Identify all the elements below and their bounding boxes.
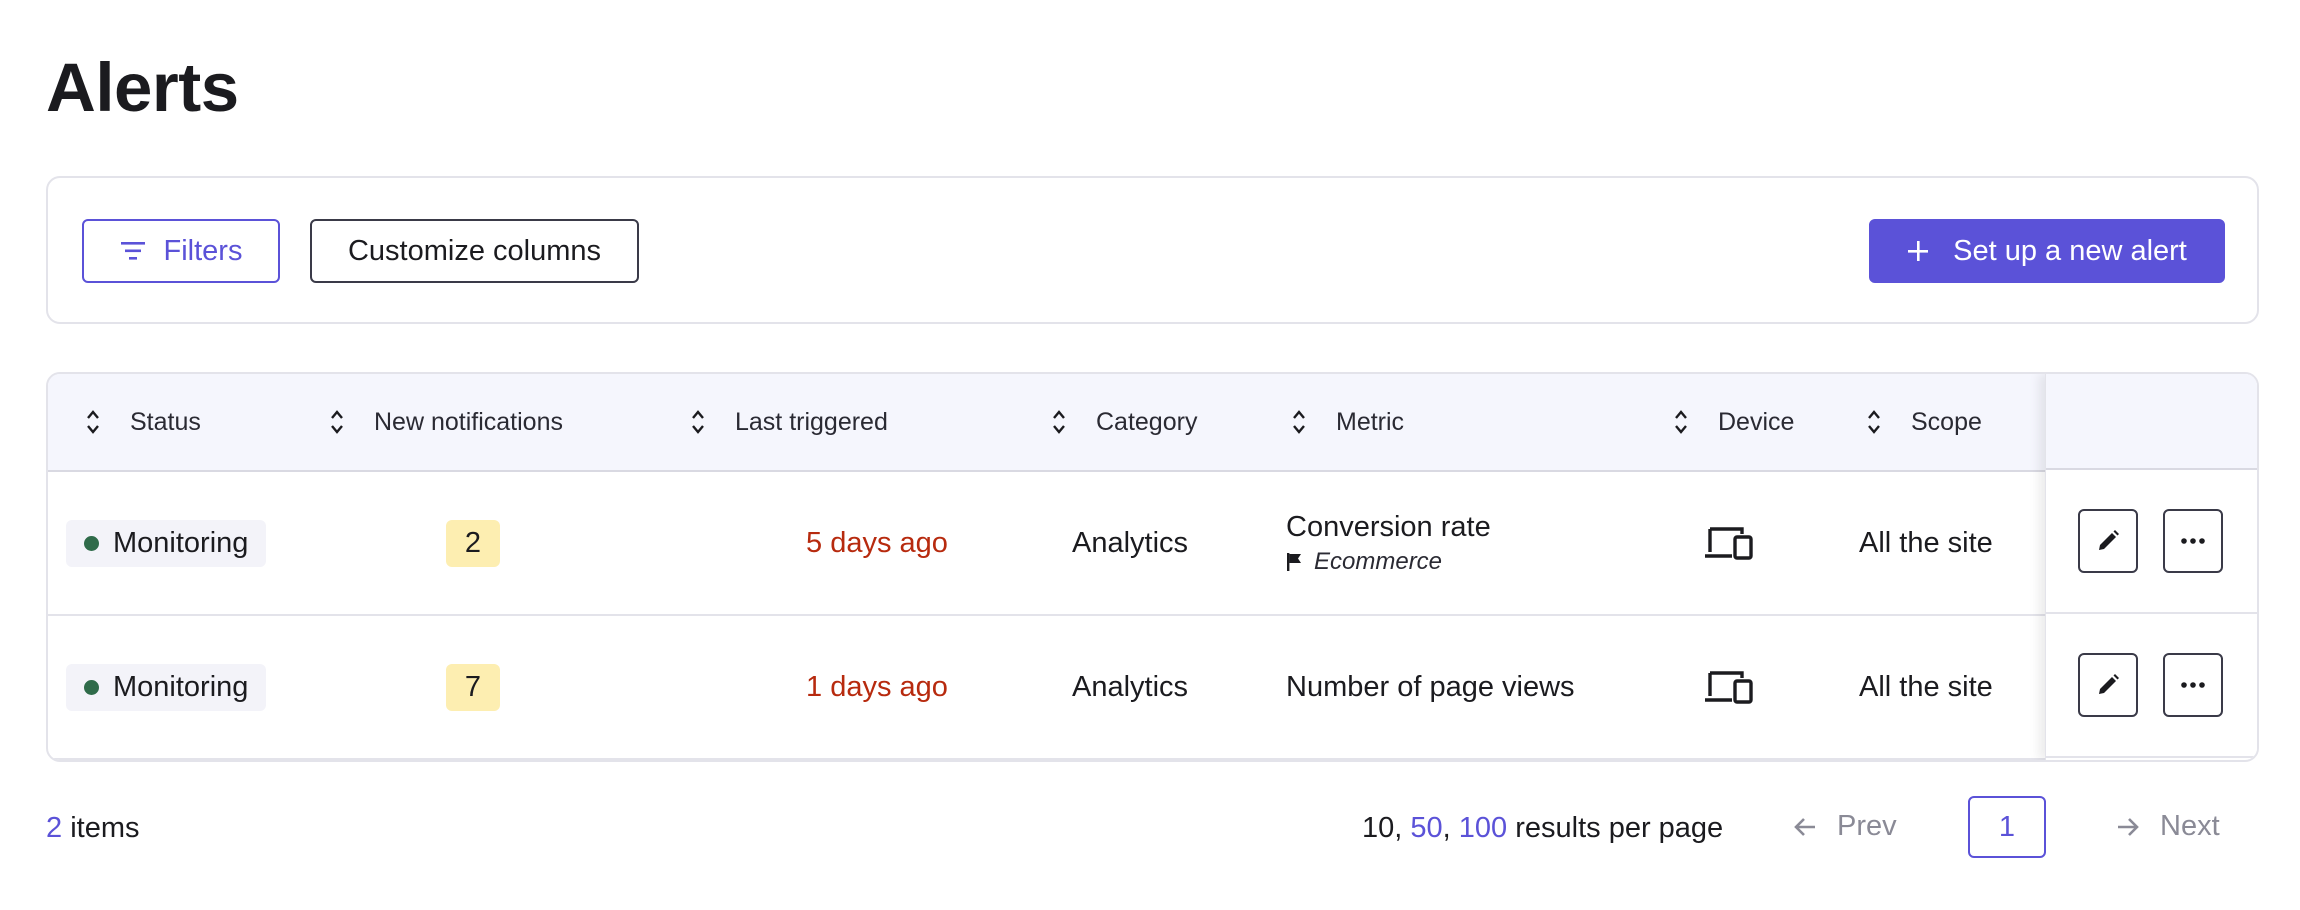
sort-icon <box>331 410 343 434</box>
filters-label: Filters <box>163 234 243 267</box>
edit-button[interactable] <box>2078 509 2138 573</box>
page-button-current[interactable]: 1 <box>1968 796 2046 858</box>
sort-icon <box>1868 410 1880 434</box>
metric: Conversion rate Ecommerce <box>1286 472 1491 614</box>
per-page-option-100[interactable]: 100 <box>1459 812 1507 844</box>
column-label: New notifications <box>374 407 563 436</box>
new-alert-button[interactable]: Set up a new alert <box>1869 219 2225 283</box>
actions-column-header <box>2046 374 2257 470</box>
status-label: Monitoring <box>113 527 249 559</box>
more-horizontal-icon <box>2181 538 2205 544</box>
filters-button[interactable]: Filters <box>82 219 280 283</box>
devices-icon <box>1704 616 1754 758</box>
more-actions-button[interactable] <box>2163 653 2223 717</box>
sort-icon <box>1053 410 1065 434</box>
per-page-label: results per page <box>1507 812 1724 844</box>
status-dot-icon <box>84 536 99 551</box>
sort-icon <box>692 410 704 434</box>
column-new-notifications[interactable]: New notifications <box>330 374 563 470</box>
last-triggered: 5 days ago <box>806 526 948 559</box>
filter-icon <box>120 242 145 260</box>
scope: All the site <box>1859 670 1993 703</box>
column-label: Last triggered <box>735 407 888 436</box>
per-page-option-50[interactable]: 50 <box>1410 812 1442 844</box>
category: Analytics <box>1072 526 1189 559</box>
customize-columns-button[interactable]: Customize columns <box>310 219 639 283</box>
metric: Number of page views <box>1286 616 1575 758</box>
column-status[interactable]: Status <box>86 374 201 470</box>
more-horizontal-icon <box>2181 682 2205 688</box>
column-category[interactable]: Category <box>1052 374 1197 470</box>
sort-icon <box>1675 410 1687 434</box>
table-footer: 2 items 10, 50, 100 results per page Pre… <box>0 796 2300 860</box>
prev-page-button[interactable]: Prev <box>1793 810 1897 843</box>
column-device[interactable]: Device <box>1674 374 1794 470</box>
row-actions <box>2046 470 2257 614</box>
metric-goal-label: Ecommerce <box>1314 547 1443 575</box>
table-row: Monitoring 7 1 days ago Analytics Number… <box>48 616 2257 760</box>
metric-label: Conversion rate <box>1286 510 1491 543</box>
alerts-table: Status New notifications Last triggered … <box>46 372 2259 762</box>
next-label: Next <box>2160 810 2220 842</box>
column-scope[interactable]: Scope <box>1867 374 1982 470</box>
notification-count-badge: 7 <box>446 664 500 711</box>
column-last-triggered[interactable]: Last triggered <box>691 374 888 470</box>
arrow-right-icon <box>2118 817 2139 836</box>
new-alert-label: Set up a new alert <box>1953 234 2187 267</box>
last-triggered: 1 days ago <box>806 670 948 703</box>
column-label: Metric <box>1336 407 1405 436</box>
metric-label: Number of page views <box>1286 670 1575 703</box>
column-label: Status <box>130 407 201 436</box>
column-label: Scope <box>1911 407 1982 436</box>
plus-icon <box>1908 241 1929 261</box>
results-per-page: 10, 50, 100 results per page <box>1362 812 1724 844</box>
items-count-label: items <box>62 812 140 844</box>
flag-icon <box>1287 552 1301 571</box>
table-row: Monitoring 2 5 days ago Analytics Conver… <box>48 472 2257 616</box>
status-badge: Monitoring <box>66 664 267 711</box>
arrow-left-icon <box>1794 817 1815 836</box>
row-actions <box>2046 614 2257 758</box>
edit-button[interactable] <box>2078 653 2138 717</box>
column-label: Device <box>1718 407 1795 436</box>
more-actions-button[interactable] <box>2163 509 2223 573</box>
category: Analytics <box>1072 670 1189 703</box>
next-page-button[interactable]: Next <box>2116 810 2220 843</box>
per-page-option-10[interactable]: 10 <box>1362 812 1394 844</box>
customize-columns-label: Customize columns <box>347 234 602 267</box>
items-count: 2 items <box>46 812 139 845</box>
status-dot-icon <box>84 680 99 695</box>
items-count-number: 2 <box>46 812 63 844</box>
column-label: Category <box>1096 407 1198 436</box>
prev-label: Prev <box>1837 810 1897 842</box>
devices-icon <box>1704 472 1754 614</box>
pencil-icon <box>2099 530 2119 550</box>
metric-goal: Ecommerce <box>1286 548 1442 576</box>
sort-icon <box>87 410 99 434</box>
status-label: Monitoring <box>113 671 249 703</box>
status-badge: Monitoring <box>66 520 267 567</box>
table-header: Status New notifications Last triggered … <box>48 374 2257 472</box>
notification-count-badge: 2 <box>446 520 500 567</box>
sort-icon <box>1293 410 1305 434</box>
pencil-icon <box>2099 674 2119 694</box>
actions-column <box>2045 374 2257 760</box>
page-title: Alerts <box>46 49 239 126</box>
toolbar: Filters Customize columns Set up a new a… <box>46 176 2259 324</box>
scope: All the site <box>1859 526 1993 559</box>
column-metric[interactable]: Metric <box>1292 374 1404 470</box>
